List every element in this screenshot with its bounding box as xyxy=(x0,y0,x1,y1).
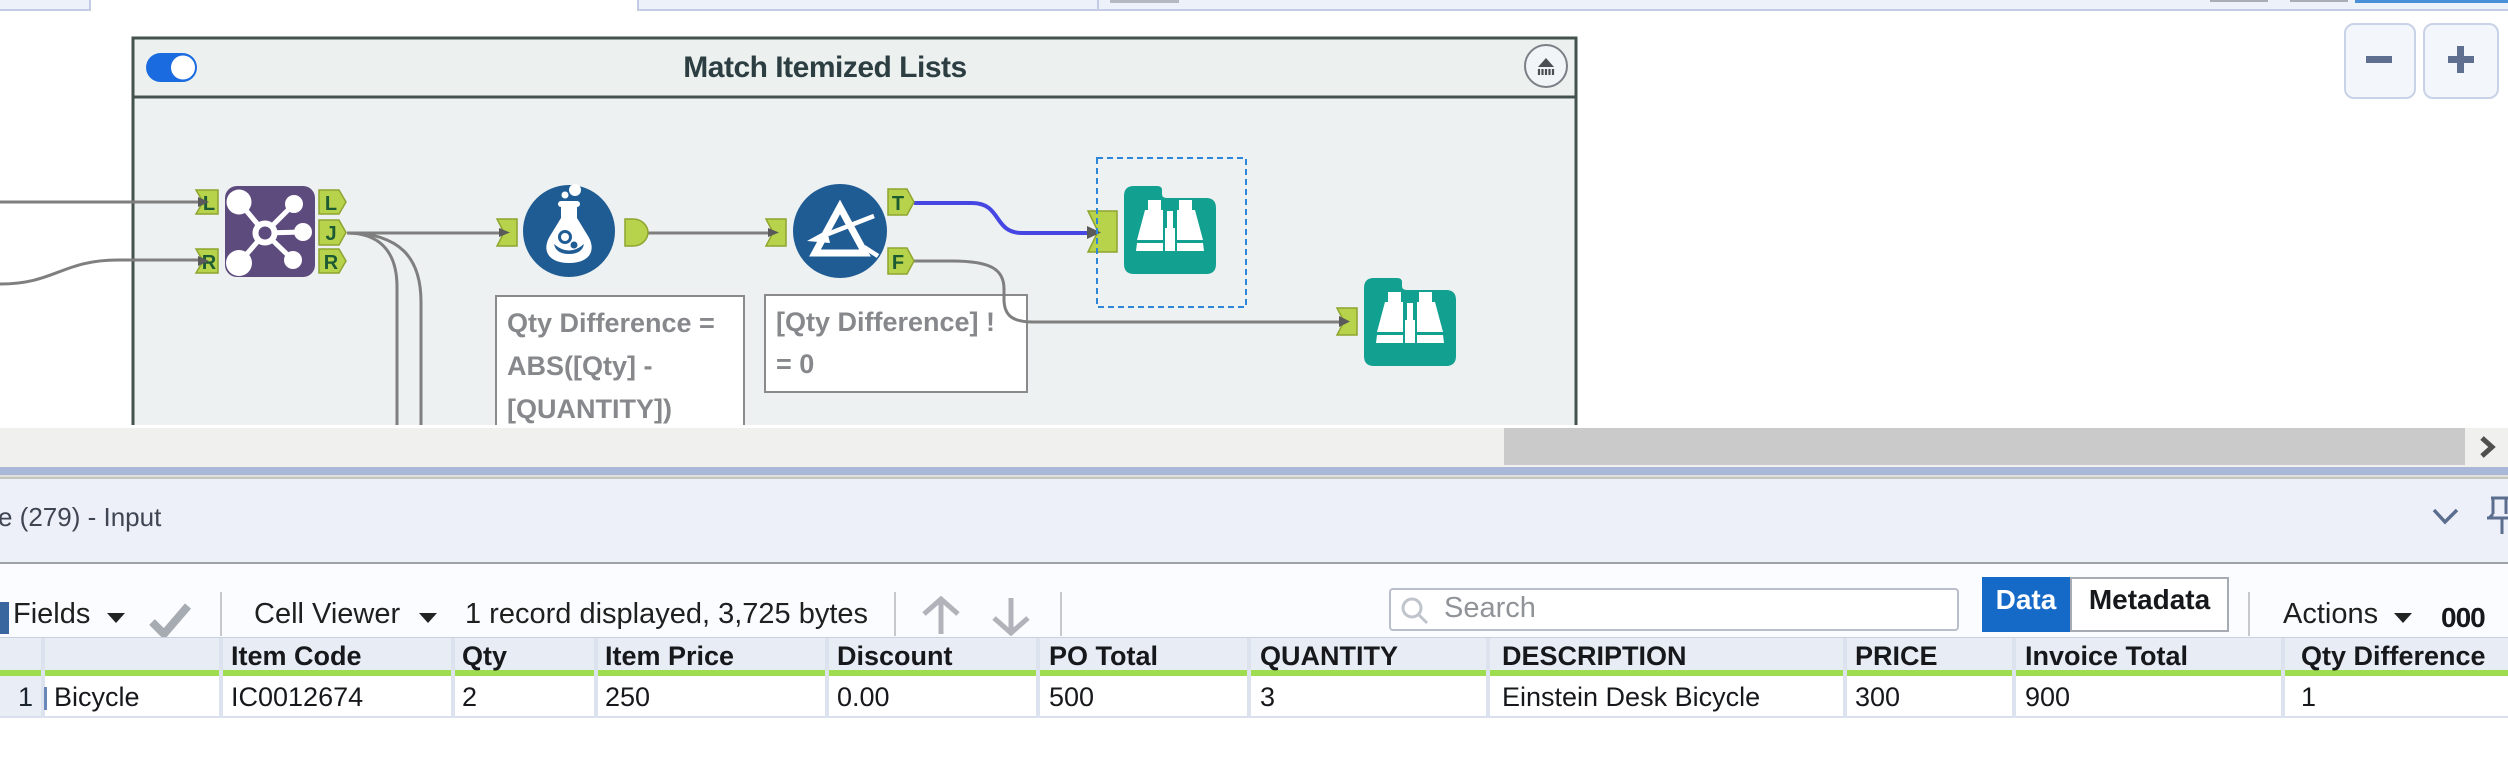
svg-text:F: F xyxy=(892,252,904,274)
svg-text:R: R xyxy=(324,252,339,274)
svg-text:Match Itemized Lists: Match Itemized Lists xyxy=(683,51,966,84)
svg-text:L: L xyxy=(325,193,337,215)
svg-text:= 0: = 0 xyxy=(776,349,814,379)
svg-text:[Qty Difference] !: [Qty Difference] ! xyxy=(776,307,995,337)
svg-text:Qty Difference =: Qty Difference = xyxy=(507,308,715,338)
svg-text:[QUANTITY]): [QUANTITY]) xyxy=(507,394,672,424)
svg-text:L: L xyxy=(203,193,215,215)
svg-text:T: T xyxy=(892,193,904,215)
svg-text:J: J xyxy=(325,223,336,245)
svg-text:ABS([Qty] -: ABS([Qty] - xyxy=(507,351,652,381)
